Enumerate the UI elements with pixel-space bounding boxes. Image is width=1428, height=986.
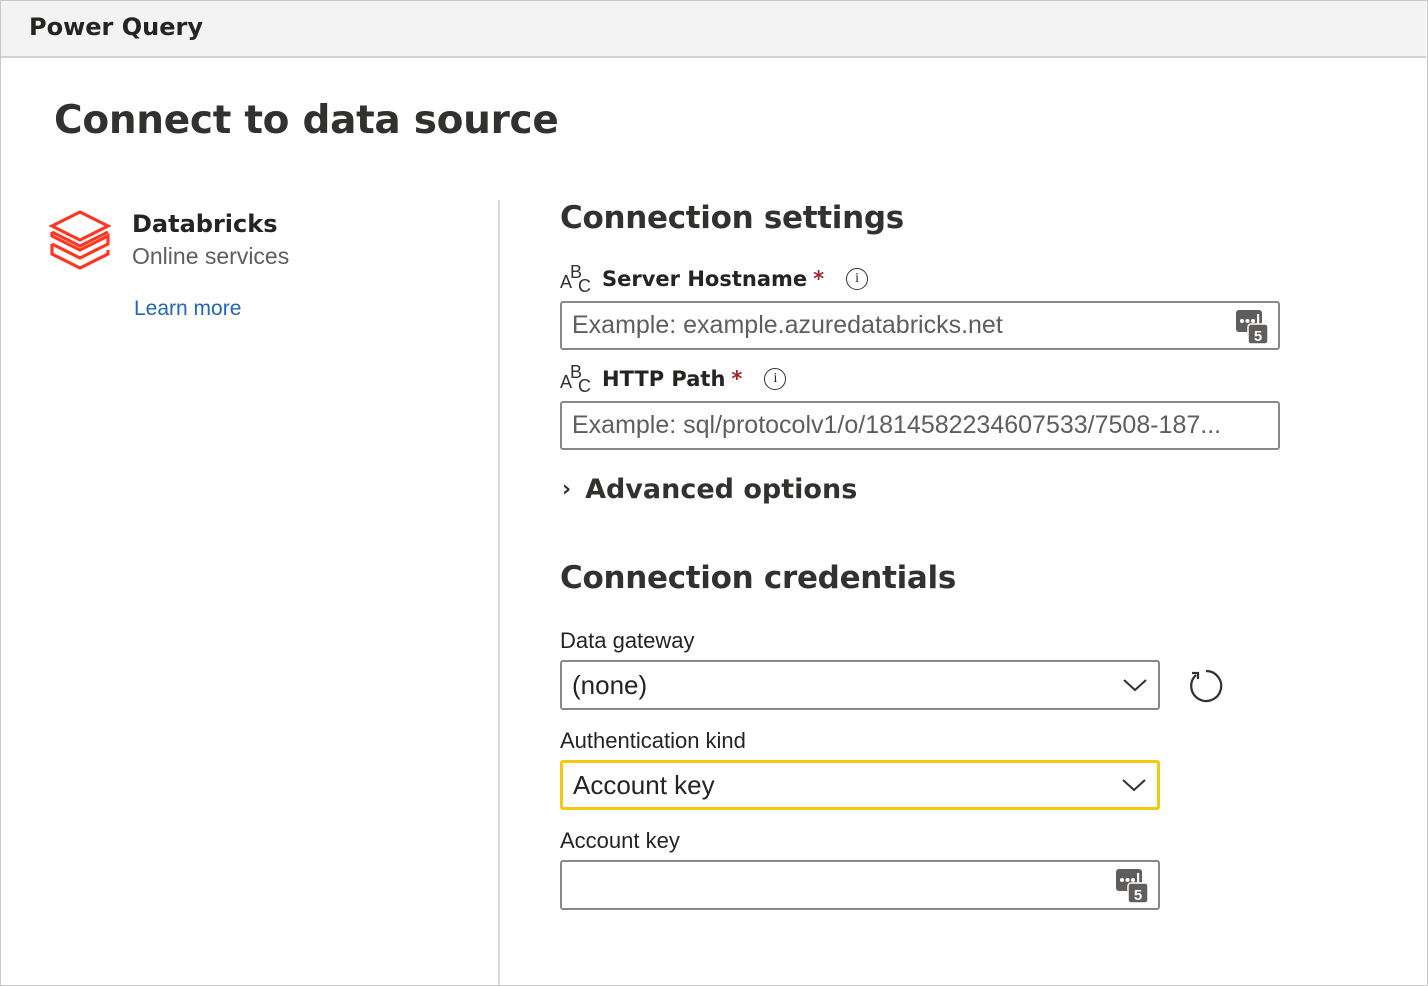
- http-path-input[interactable]: Example: sql/protocolv1/o/18145822346075…: [560, 401, 1280, 450]
- connection-credentials-heading: Connection credentials: [560, 560, 957, 596]
- authentication-kind-dropdown[interactable]: Account key: [560, 760, 1160, 810]
- connector-category: Online services: [132, 243, 290, 269]
- http-path-label: A B C HTTP Path * i: [560, 362, 787, 396]
- chevron-down-icon: [1123, 679, 1147, 692]
- http-path-label-text: HTTP Path: [602, 367, 726, 391]
- text-type-icon: A B C: [560, 262, 591, 296]
- chevron-right-icon: ›: [562, 477, 572, 502]
- required-marker: *: [731, 367, 743, 391]
- data-gateway-dropdown[interactable]: (none): [560, 660, 1160, 710]
- parameter-icon[interactable]: 5: [1236, 308, 1268, 344]
- app-title: Power Query: [29, 13, 203, 41]
- server-hostname-label-text: Server Hostname: [602, 267, 808, 291]
- account-key-label: Account key: [560, 828, 680, 853]
- authentication-kind-label: Authentication kind: [560, 728, 746, 753]
- info-icon[interactable]: i: [846, 268, 869, 290]
- page-title: Connect to data source: [54, 98, 559, 143]
- panel-divider: [498, 200, 500, 986]
- account-key-input[interactable]: 5: [560, 860, 1160, 910]
- svg-text:5: 5: [1134, 887, 1142, 903]
- data-gateway-label: Data gateway: [560, 628, 695, 653]
- server-hostname-placeholder: Example: example.azuredatabricks.net: [572, 311, 1003, 339]
- connection-settings-heading: Connection settings: [560, 200, 904, 236]
- http-path-placeholder: Example: sql/protocolv1/o/18145822346075…: [572, 411, 1222, 439]
- data-gateway-value: (none): [572, 669, 648, 700]
- text-type-icon: A B C: [560, 362, 591, 396]
- authentication-kind-value: Account key: [573, 769, 715, 800]
- databricks-logo-icon: [48, 210, 112, 270]
- title-bar: Power Query: [1, 1, 1426, 58]
- server-hostname-input[interactable]: Example: example.azuredatabricks.net 5: [560, 301, 1280, 350]
- connector-name: Databricks: [132, 210, 278, 238]
- chevron-down-icon: [1122, 779, 1146, 792]
- required-marker: *: [813, 267, 825, 291]
- refresh-icon[interactable]: [1186, 665, 1226, 705]
- learn-more-link[interactable]: Learn more: [134, 297, 241, 321]
- svg-text:5: 5: [1254, 328, 1262, 344]
- parameter-icon[interactable]: 5: [1116, 867, 1148, 903]
- advanced-options-toggle[interactable]: › Advanced options: [562, 474, 857, 505]
- advanced-options-label: Advanced options: [585, 474, 858, 505]
- server-hostname-label: A B C Server Hostname * i: [560, 262, 869, 296]
- info-icon[interactable]: i: [764, 368, 787, 390]
